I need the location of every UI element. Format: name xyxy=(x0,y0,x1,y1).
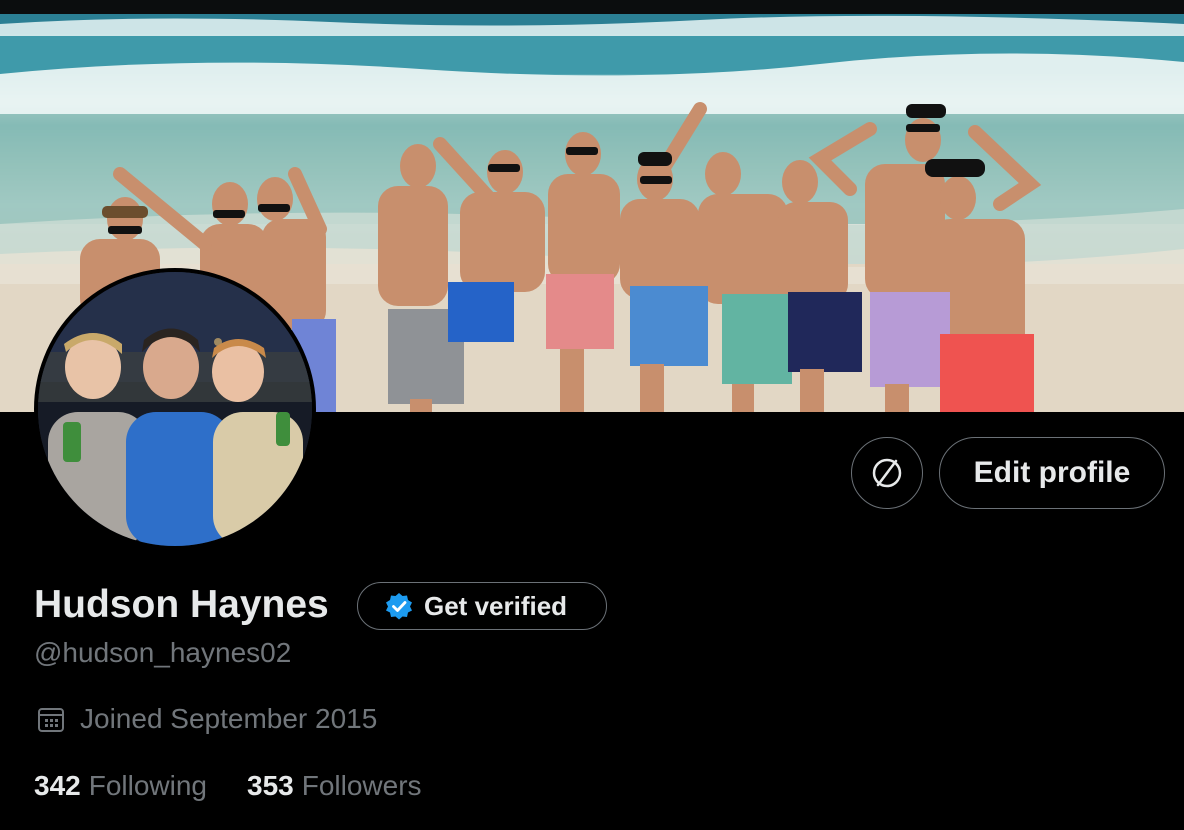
get-verified-label: Get verified xyxy=(424,590,568,621)
display-name: Hudson Haynes xyxy=(34,583,329,626)
followers-link[interactable]: 353 Followers xyxy=(247,770,422,802)
profile-avatar[interactable] xyxy=(34,268,316,550)
verified-badge-icon xyxy=(386,593,412,620)
following-label: Following xyxy=(88,770,207,801)
followers-label: Followers xyxy=(301,770,422,801)
joined-date: Joined September 2015 xyxy=(36,703,377,735)
user-handle: @hudson_haynes02 xyxy=(34,637,292,668)
calendar-icon xyxy=(38,708,64,732)
get-verified-button[interactable]: Get verified xyxy=(357,582,607,630)
edit-profile-button[interactable]: Edit profile xyxy=(939,437,1165,509)
profile-action-icon-button[interactable] xyxy=(851,437,923,509)
following-link[interactable]: 342 Following xyxy=(34,770,207,802)
follow-stats: 342 Following 353 Followers xyxy=(34,770,422,802)
slashed-circle-icon xyxy=(872,458,902,488)
profile-page: Edit profile Hudson Haynes Get verified … xyxy=(0,0,1184,830)
followers-count: 353 xyxy=(247,770,294,801)
top-bar xyxy=(0,0,1184,14)
joined-text: Joined September 2015 xyxy=(80,703,378,734)
following-count: 342 xyxy=(34,770,81,801)
